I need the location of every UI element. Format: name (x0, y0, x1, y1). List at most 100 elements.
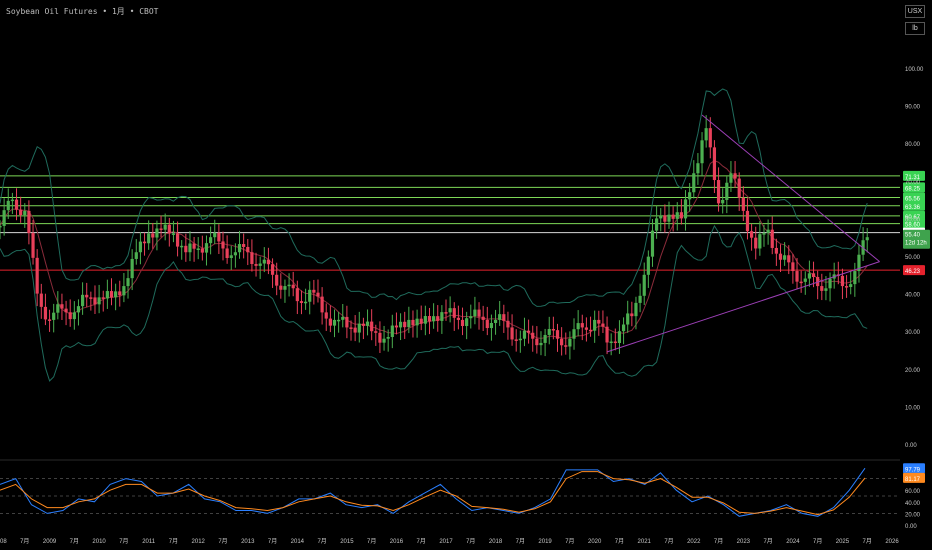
candle-body (783, 255, 787, 260)
candle-body (258, 263, 262, 266)
candle-body (675, 212, 679, 219)
candle-body (101, 297, 105, 299)
level-tag-label: 46.23 (905, 269, 921, 275)
candle-body (303, 301, 308, 304)
candle-body (328, 318, 332, 326)
candle-body (741, 197, 745, 211)
candle-body (167, 224, 171, 234)
level-tag-label: 63.36 (905, 205, 921, 211)
candle-body (844, 286, 849, 288)
candle-body (733, 173, 737, 179)
candle-body (799, 281, 803, 284)
time-tick-label: 2026 (885, 539, 899, 545)
candle-body (337, 319, 341, 322)
candle-body (283, 286, 287, 290)
candle-body (209, 237, 213, 244)
oscillator-tick-label: 60.00 (905, 489, 921, 495)
candle-body (163, 224, 167, 230)
candle-body (770, 229, 774, 248)
time-tick-label: 7月 (466, 538, 475, 545)
candle-body (175, 233, 180, 247)
candle-body (287, 284, 291, 287)
candle-body (43, 306, 48, 320)
time-tick-label: 2011 (142, 539, 156, 545)
chart-canvas[interactable]: 71.3168.2565.5663.3660.6758.6056.2346.23… (0, 0, 932, 550)
candle-body (568, 338, 572, 347)
time-tick-label: 7月 (417, 538, 426, 545)
candle-body (250, 252, 254, 264)
candle-body (580, 323, 584, 328)
time-tick-label: 2012 (192, 539, 206, 545)
candle-body (737, 178, 741, 198)
time-tick-label: 7月 (565, 538, 574, 545)
oscillator-value-label: 81.17 (905, 477, 921, 483)
candle-body (324, 312, 328, 319)
candle-body (184, 245, 188, 253)
candle-body (588, 329, 593, 332)
candle-body (758, 234, 762, 249)
candle-body (630, 313, 634, 317)
candle-body (419, 318, 423, 324)
candle-body (341, 316, 345, 320)
time-tick-label: 2009 (43, 539, 57, 545)
candle-body (299, 301, 304, 303)
candle-body (712, 147, 717, 181)
candle-body (688, 192, 692, 200)
time-tick-label: 2017 (439, 539, 453, 545)
candle-body (270, 264, 275, 275)
candle-body (576, 323, 580, 330)
candle-body (514, 339, 518, 341)
candle-body (547, 329, 551, 335)
candle-body (233, 252, 237, 256)
price-tick-label: 20.00 (905, 368, 921, 374)
candle-body (766, 229, 770, 234)
candle-body (778, 253, 783, 260)
candle-body (357, 323, 361, 333)
candle-body (68, 312, 72, 320)
candle-body (692, 173, 696, 193)
time-tick-label: 2022 (687, 539, 701, 545)
candle-body (865, 237, 869, 241)
candle-body (853, 271, 857, 285)
measure-unit-button[interactable]: lb (905, 22, 925, 35)
candle-body (89, 297, 93, 299)
candle-body (345, 316, 349, 328)
time-tick-label: 7月 (268, 538, 277, 545)
candle-body (807, 273, 812, 279)
candle-body (370, 321, 374, 332)
time-tick-label: 7月 (813, 538, 822, 545)
candle-body (828, 278, 832, 289)
candle-body (6, 200, 10, 211)
candle-body (237, 244, 242, 253)
candle-body (221, 241, 225, 249)
candle-body (502, 314, 506, 321)
candle-body (291, 284, 295, 289)
candle-body (275, 274, 279, 286)
time-tick-label: 7月 (863, 538, 872, 545)
candle-body (820, 286, 824, 291)
candle-body (469, 316, 473, 319)
time-tick-label: 7月 (763, 538, 772, 545)
candle-body (597, 319, 601, 324)
candle-body (31, 233, 35, 258)
candle-body (382, 338, 386, 343)
candle-body (609, 341, 613, 344)
candle-body (349, 327, 353, 329)
currency-unit-button[interactable]: USX (905, 5, 925, 18)
candle-body (254, 263, 258, 266)
candle-body (840, 275, 845, 287)
time-tick-label: 7月 (516, 538, 525, 545)
candle-body (617, 331, 622, 344)
price-tick-label: 40.00 (905, 293, 921, 299)
time-tick-label: 2013 (241, 539, 255, 545)
candle-body (605, 326, 609, 343)
chart-background (0, 0, 932, 550)
candle-body (398, 321, 403, 328)
time-tick-label: 2023 (737, 539, 751, 545)
time-tick-label: 2020 (588, 539, 602, 545)
candle-body (155, 228, 159, 238)
candle-body (56, 304, 60, 313)
oscillator-tick-label: 0.00 (905, 524, 917, 530)
candle-body (774, 247, 778, 254)
candle-body (572, 329, 576, 339)
